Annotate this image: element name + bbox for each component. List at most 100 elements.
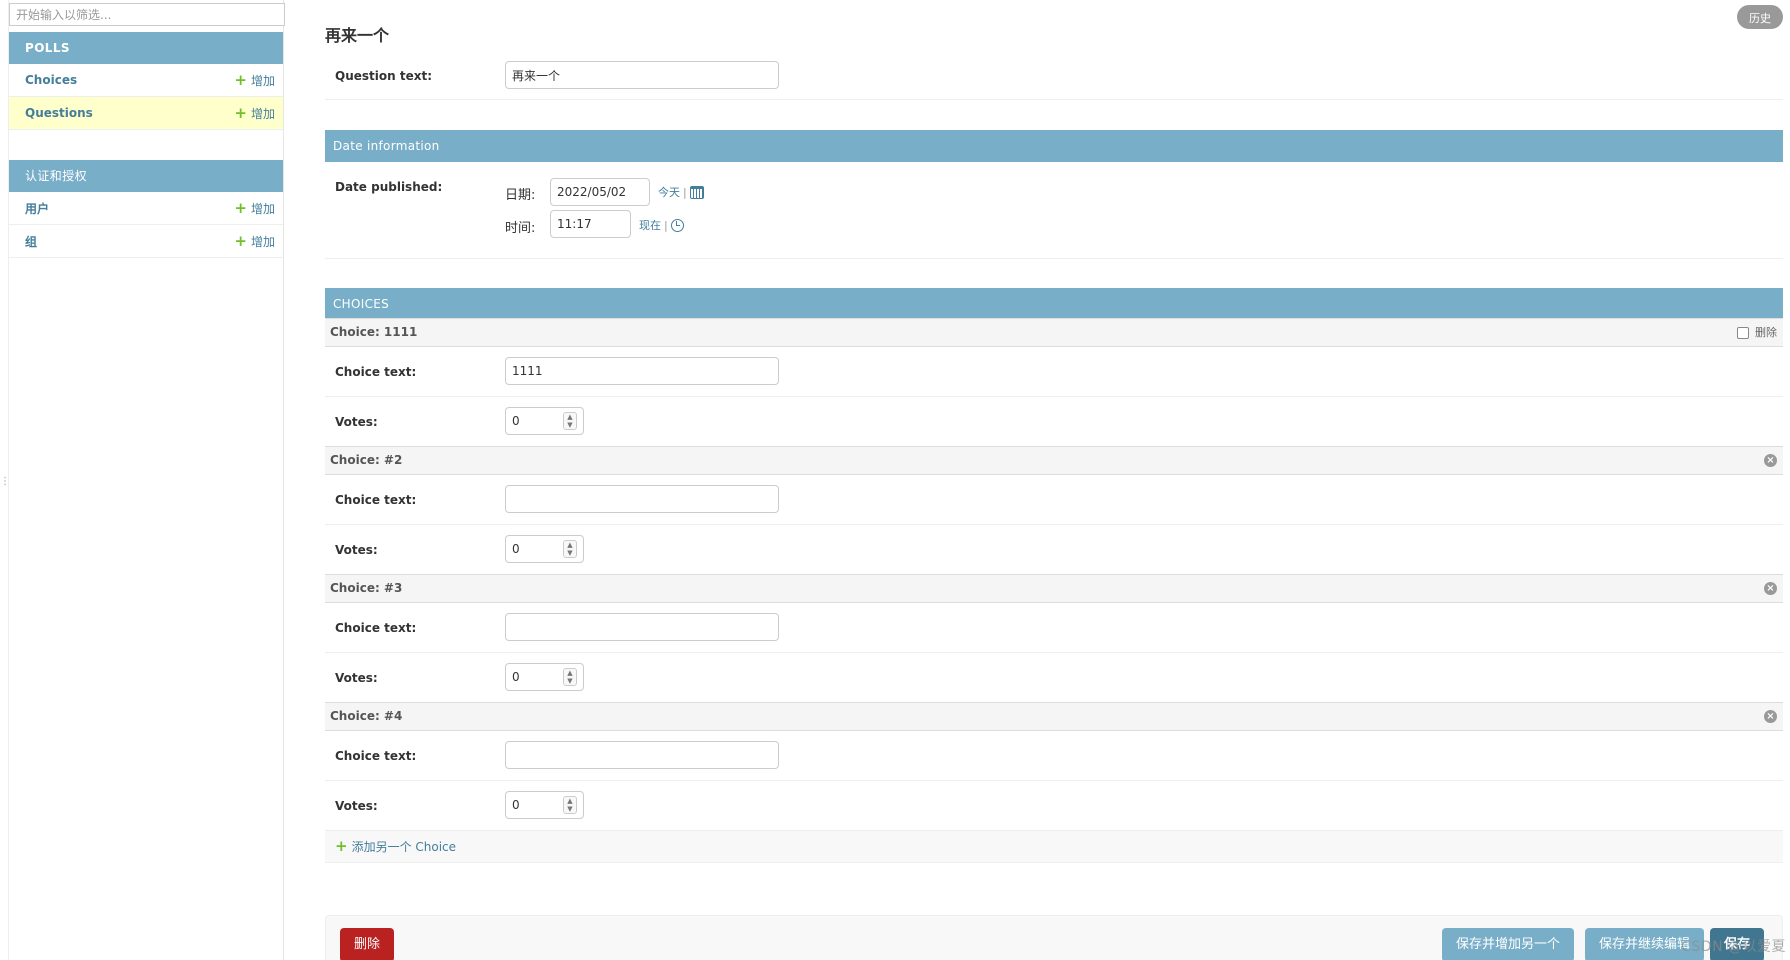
choice-1-text-input[interactable] <box>505 357 779 385</box>
choice-3-title: Choice: #3 <box>330 581 403 595</box>
today-link[interactable]: 今天 <box>658 184 680 200</box>
choice-3-text-input[interactable] <box>505 613 779 641</box>
sidebar-item-questions: Questions + 增加 <box>9 97 283 130</box>
add-another-choice-link[interactable]: 添加另一个 Choice <box>352 838 456 855</box>
choice-1-title: Choice: 1111 <box>330 325 418 339</box>
choice-1-text-row: Choice text: <box>325 347 1783 397</box>
time-shortcuts: 现在 | <box>639 217 684 233</box>
spinner-icon[interactable]: ▲ ▼ <box>563 796 577 814</box>
sidebar: POLLS Choices + 增加 Questions + 增加 认证和授权 … <box>8 0 285 960</box>
choice-4-text-row: Choice text: <box>325 731 1783 781</box>
sidebar-add-label: 增加 <box>250 107 275 121</box>
choice-2-votes-row: Votes: 0 ▲ ▼ <box>325 525 1783 575</box>
votes-label: Votes: <box>335 799 378 813</box>
votes-value: 0 <box>512 670 520 684</box>
watermark: CSDN @以爱夏 <box>1681 939 1786 955</box>
choice-1-delete[interactable]: 删除 <box>1737 319 1777 346</box>
votes-value: 0 <box>512 798 520 812</box>
choice-text-label: Choice text: <box>335 749 417 763</box>
spinner-icon[interactable]: ▲ ▼ <box>563 668 577 686</box>
time-input[interactable] <box>550 210 631 238</box>
sidebar-add-groups[interactable]: + 增加 <box>234 225 275 258</box>
delete-label: 删除 <box>1755 326 1777 339</box>
choice-4-votes-input[interactable]: 0 ▲ ▼ <box>505 791 584 819</box>
sidebar-add-choices[interactable]: + 增加 <box>234 64 275 97</box>
choice-text-label: Choice text: <box>335 493 417 507</box>
main-content: 历史 再来一个 Question text: Date information … <box>325 0 1783 960</box>
choice-4-header: Choice: #4 × <box>325 702 1783 731</box>
choice-1-votes-input[interactable]: 0 ▲ ▼ <box>505 407 584 435</box>
admin-page: POLLS Choices + 增加 Questions + 增加 认证和授权 … <box>0 0 1790 960</box>
shortcut-separator: | <box>683 185 687 199</box>
choice-3-votes-row: Votes: 0 ▲ ▼ <box>325 653 1783 703</box>
votes-label: Votes: <box>335 671 378 685</box>
choice-2-text-input[interactable] <box>505 485 779 513</box>
choice-4-title: Choice: #4 <box>330 709 403 723</box>
remove-icon[interactable]: × <box>1764 582 1777 595</box>
choice-3-text-row: Choice text: <box>325 603 1783 653</box>
sidebar-link-questions[interactable]: Questions <box>25 106 93 120</box>
choice-1-votes-row: Votes: 0 ▲ ▼ <box>325 397 1783 447</box>
choice-text-label: Choice text: <box>335 621 417 635</box>
question-text-row: Question text: <box>325 52 1783 100</box>
votes-value: 0 <box>512 414 520 428</box>
choice-1-header: Choice: 1111 删除 <box>325 318 1783 347</box>
spinner-icon[interactable]: ▲ ▼ <box>563 540 577 558</box>
choice-2-title: Choice: #2 <box>330 453 403 467</box>
plus-icon: + <box>335 837 348 855</box>
remove-icon[interactable]: × <box>1764 710 1777 723</box>
nav-filter-input[interactable] <box>9 3 285 26</box>
plus-icon: + <box>234 104 247 122</box>
choice-3-votes-input[interactable]: 0 ▲ ▼ <box>505 663 584 691</box>
module-caption-polls[interactable]: POLLS <box>9 32 283 64</box>
plus-icon: + <box>234 232 247 250</box>
remove-icon[interactable]: × <box>1764 454 1777 467</box>
sidebar-add-questions[interactable]: + 增加 <box>234 97 275 130</box>
date-information-caption[interactable]: Date information <box>325 130 1783 162</box>
delete-button[interactable]: 删除 <box>340 928 395 960</box>
choice-2-text-row: Choice text: <box>325 475 1783 525</box>
save-add-another-button[interactable]: 保存并增加另一个 <box>1442 928 1575 960</box>
sidebar-add-label: 增加 <box>250 235 275 249</box>
choice-4-votes-row: Votes: 0 ▲ ▼ <box>325 781 1783 831</box>
choice-2-votes-input[interactable]: 0 ▲ ▼ <box>505 535 584 563</box>
history-button[interactable]: 历史 <box>1737 5 1783 29</box>
now-link[interactable]: 现在 <box>639 217 661 233</box>
spinner-icon[interactable]: ▲ ▼ <box>563 412 577 430</box>
module-polls: POLLS Choices + 增加 Questions + 增加 <box>9 32 283 130</box>
plus-icon: + <box>234 199 247 217</box>
date-published-label: Date published: <box>335 180 443 194</box>
question-text-input[interactable] <box>505 61 779 89</box>
submit-row: 删除 保存并增加另一个 保存并继续编辑 保存 <box>325 915 1783 960</box>
page-title: 再来一个 <box>325 26 390 45</box>
module-caption-auth[interactable]: 认证和授权 <box>9 160 283 192</box>
question-text-label: Question text: <box>335 69 432 83</box>
clock-icon[interactable] <box>670 218 684 232</box>
choice-4-text-input[interactable] <box>505 741 779 769</box>
sidebar-link-groups[interactable]: 组 <box>25 233 37 250</box>
sidebar-add-label: 增加 <box>250 74 275 88</box>
sidebar-item-choices: Choices + 增加 <box>9 64 283 97</box>
sidebar-link-choices[interactable]: Choices <box>25 73 77 87</box>
sidebar-link-users[interactable]: 用户 <box>25 200 49 217</box>
votes-label: Votes: <box>335 543 378 557</box>
choice-2-header: Choice: #2 × <box>325 446 1783 475</box>
date-shortcuts: 今天 | <box>658 184 704 200</box>
choice-3-header: Choice: #3 × <box>325 574 1783 603</box>
sidebar-add-label: 增加 <box>250 202 275 216</box>
votes-value: 0 <box>512 542 520 556</box>
delete-checkbox[interactable] <box>1737 326 1749 339</box>
plus-icon: + <box>234 71 247 89</box>
votes-label: Votes: <box>335 415 378 429</box>
shortcut-separator: | <box>664 218 668 232</box>
sidebar-toggle-handle[interactable]: ⋮ <box>0 476 10 487</box>
date-input[interactable] <box>550 178 650 206</box>
module-auth: 认证和授权 用户 + 增加 组 + 增加 <box>9 160 283 258</box>
add-another-choice-row: + 添加另一个 Choice <box>325 831 1783 863</box>
date-published-row: Date published: 日期: 今天 | 时间: 现在 | <box>325 162 1783 259</box>
date-label: 日期: <box>505 188 536 203</box>
choices-caption[interactable]: CHOICES <box>325 288 1783 320</box>
choice-text-label: Choice text: <box>335 365 417 379</box>
calendar-icon[interactable] <box>689 185 704 199</box>
sidebar-add-users[interactable]: + 增加 <box>234 192 275 225</box>
